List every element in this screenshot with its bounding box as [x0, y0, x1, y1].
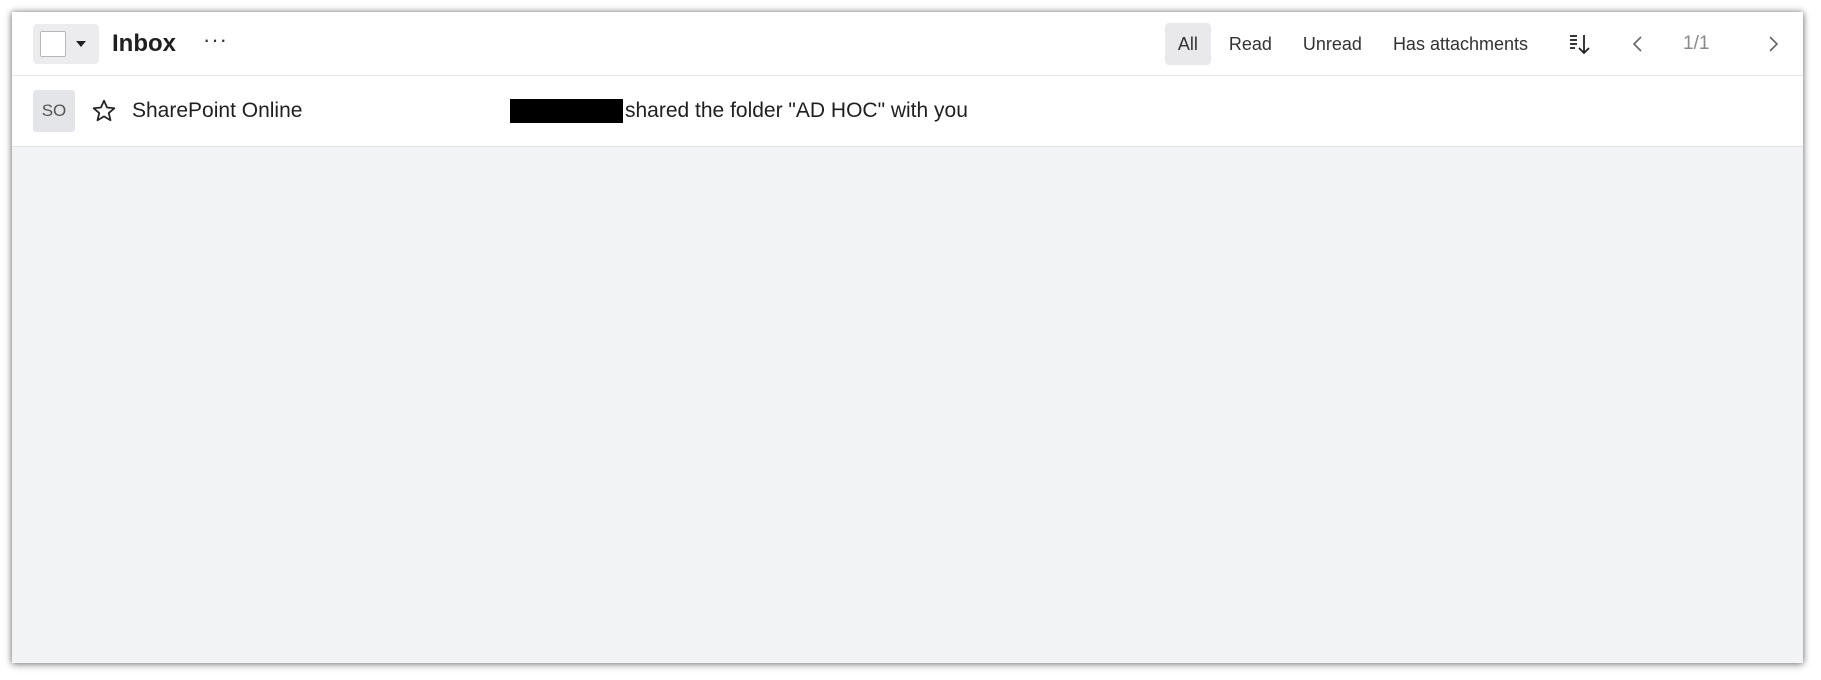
- filter-unread[interactable]: Unread: [1290, 23, 1375, 65]
- more-icon[interactable]: ···: [203, 28, 228, 51]
- filter-has-attachments[interactable]: Has attachments: [1380, 23, 1541, 65]
- mail-list-window: Inbox ··· All Read Unread Has attachment…: [12, 12, 1803, 663]
- select-all-checkbox[interactable]: [40, 30, 66, 57]
- filter-all[interactable]: All: [1164, 22, 1211, 65]
- sort-icon[interactable]: [1568, 32, 1592, 56]
- message-subject: shared the folder "AD HOC" with you: [625, 99, 968, 122]
- chevron-right-icon[interactable]: [1765, 34, 1781, 54]
- pagination-label: 1/1: [1683, 32, 1710, 54]
- select-all-dropdown[interactable]: [33, 23, 99, 64]
- list-item[interactable]: SO SharePoint Online shared the folder "…: [12, 76, 1803, 147]
- filter-bar: All Read Unread Has attachments 1/1: [1164, 12, 1803, 75]
- chevron-down-icon[interactable]: [76, 40, 86, 47]
- filter-read[interactable]: Read: [1216, 23, 1285, 65]
- star-icon[interactable]: [91, 98, 117, 124]
- message-sender: SharePoint Online: [132, 99, 303, 122]
- avatar: SO: [33, 90, 75, 132]
- inbox-toolbar: Inbox ··· All Read Unread Has attachment…: [12, 12, 1803, 76]
- chevron-left-icon[interactable]: [1630, 34, 1646, 54]
- page-title: Inbox: [112, 29, 176, 57]
- redaction-block: [510, 99, 623, 123]
